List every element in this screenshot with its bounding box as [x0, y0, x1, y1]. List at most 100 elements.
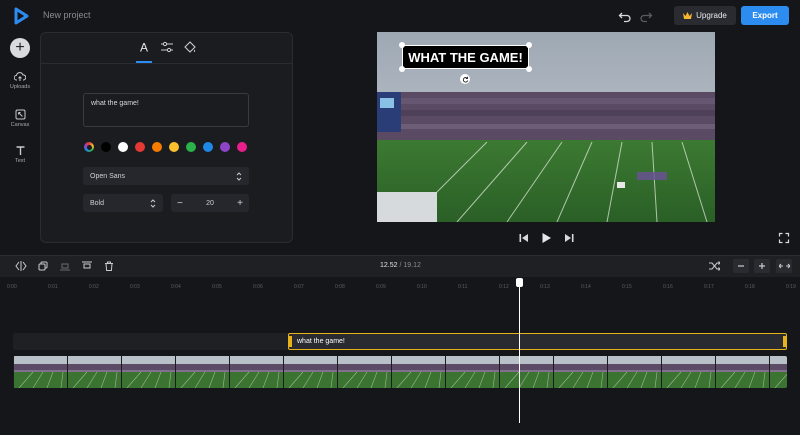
ruler-tick-label: 0:03	[130, 284, 140, 290]
app-logo-icon[interactable]	[11, 6, 31, 26]
video-clip[interactable]	[13, 356, 787, 388]
redo-icon[interactable]	[639, 9, 653, 23]
clip-trim-handle-right[interactable]	[783, 336, 786, 347]
color-picker-swatch[interactable]	[84, 142, 94, 152]
add-media-button[interactable]: +	[10, 38, 30, 58]
decrease-size-button[interactable]: −	[177, 198, 183, 209]
clip-trim-handle-left[interactable]	[289, 336, 292, 347]
font-weight-select[interactable]: Bold	[83, 194, 163, 212]
ruler-tick-label: 0:19	[786, 284, 796, 290]
ruler-tick-label: 0:05	[212, 284, 222, 290]
upgrade-label: Upgrade	[696, 11, 727, 20]
sidebar-label-uploads: Uploads	[9, 84, 31, 90]
zoom-out-button[interactable]	[733, 259, 749, 273]
chevron-updown-icon	[236, 171, 242, 181]
playhead-line	[519, 280, 520, 423]
color-swatch-blue[interactable]	[203, 142, 213, 152]
color-swatch-red[interactable]	[135, 142, 145, 152]
skip-back-icon[interactable]	[518, 232, 530, 244]
font-icon[interactable]: A	[136, 39, 152, 55]
expand-timeline-button[interactable]	[776, 259, 792, 273]
canvas-icon	[15, 109, 25, 120]
rotate-handle[interactable]	[460, 74, 470, 84]
shuffle-icon	[708, 261, 720, 271]
align-top-button[interactable]	[79, 259, 95, 273]
text-clip-label: what the game!	[297, 338, 345, 345]
sidebar-label-text: Text	[14, 158, 26, 164]
resize-handle[interactable]	[526, 42, 532, 48]
playhead-handle[interactable]	[516, 278, 523, 287]
panel-divider	[41, 63, 292, 64]
plus-icon: +	[15, 39, 25, 56]
total-time: 19.12	[403, 262, 421, 269]
trash-icon	[105, 261, 113, 271]
ruler-tick-label: 0:13	[540, 284, 550, 290]
skip-forward-icon[interactable]	[563, 232, 575, 244]
resize-handle[interactable]	[399, 66, 405, 72]
split-button[interactable]	[13, 259, 29, 273]
play-icon[interactable]	[540, 232, 552, 244]
text-clip[interactable]: what the game!	[288, 333, 787, 350]
sidebar-item-text[interactable]: Text	[4, 145, 36, 164]
color-swatch-pink[interactable]	[237, 142, 247, 152]
chevron-updown-icon	[150, 198, 156, 208]
time-separator: /	[399, 262, 402, 269]
sidebar-item-canvas[interactable]: Canvas	[4, 109, 36, 128]
color-swatch-orange[interactable]	[152, 142, 162, 152]
project-title[interactable]: New project	[43, 10, 91, 20]
export-button[interactable]: Export	[741, 6, 789, 25]
ruler-tick-label: 0:00	[7, 284, 17, 290]
ruler-tick-label: 0:15	[622, 284, 632, 290]
ruler-tick-label: 0:06	[253, 284, 263, 290]
split-icon	[15, 261, 27, 271]
paint-bucket-icon[interactable]	[182, 39, 198, 55]
duplicate-icon	[38, 261, 48, 271]
font-family-value: Open Sans	[90, 172, 126, 180]
color-swatch-purple[interactable]	[220, 142, 230, 152]
timeline-ruler[interactable]	[0, 278, 800, 294]
minus-icon	[738, 265, 744, 267]
resize-handle[interactable]	[399, 42, 405, 48]
align-bottom-button[interactable]	[57, 259, 73, 273]
text-content-input[interactable]: what the game!	[83, 93, 249, 127]
plus-icon	[759, 263, 765, 269]
text-track-empty	[13, 333, 288, 350]
timecode: 12.52 / 19.12	[380, 262, 421, 269]
ruler-tick-label: 0:17	[704, 284, 714, 290]
ruler-tick-label: 0:07	[294, 284, 304, 290]
fit-timeline-button[interactable]	[706, 259, 722, 273]
font-family-select[interactable]: Open Sans	[83, 167, 249, 185]
ruler-tick-label: 0:11	[458, 284, 468, 290]
ruler-tick-label: 0:16	[663, 284, 673, 290]
ruler-tick-label: 0:18	[745, 284, 755, 290]
color-swatch-black[interactable]	[101, 142, 111, 152]
ruler-tick-label: 0:02	[89, 284, 99, 290]
delete-button[interactable]	[101, 259, 117, 273]
arrows-horizontal-icon	[778, 263, 790, 269]
current-time: 12.52	[380, 262, 398, 269]
ruler-tick-label: 0:09	[376, 284, 386, 290]
fullscreen-icon[interactable]	[778, 232, 790, 244]
color-swatch-yellow[interactable]	[169, 142, 179, 152]
upgrade-button[interactable]: Upgrade	[674, 6, 736, 25]
zoom-in-button[interactable]	[754, 259, 770, 273]
font-size-value[interactable]: 20	[206, 200, 214, 207]
duplicate-button[interactable]	[35, 259, 51, 273]
font-size-stepper[interactable]: − 20 +	[171, 194, 249, 212]
ruler-tick-label: 0:01	[48, 284, 58, 290]
sliders-icon[interactable]	[159, 39, 175, 55]
preview-caption[interactable]: WHAT THE GAME!	[403, 46, 528, 68]
ruler-tick-label: 0:12	[499, 284, 509, 290]
resize-handle[interactable]	[526, 66, 532, 72]
cloud-upload-icon	[14, 72, 26, 81]
increase-size-button[interactable]: +	[237, 198, 243, 209]
color-swatch-white[interactable]	[118, 142, 128, 152]
svg-text:A: A	[140, 41, 148, 55]
font-weight-value: Bold	[90, 199, 105, 207]
sidebar-label-canvas: Canvas	[10, 122, 30, 128]
text-icon	[16, 146, 24, 155]
sidebar-item-uploads[interactable]: Uploads	[4, 72, 36, 90]
ruler-tick-label: 0:10	[417, 284, 427, 290]
undo-icon[interactable]	[618, 9, 632, 23]
color-swatch-green[interactable]	[186, 142, 196, 152]
